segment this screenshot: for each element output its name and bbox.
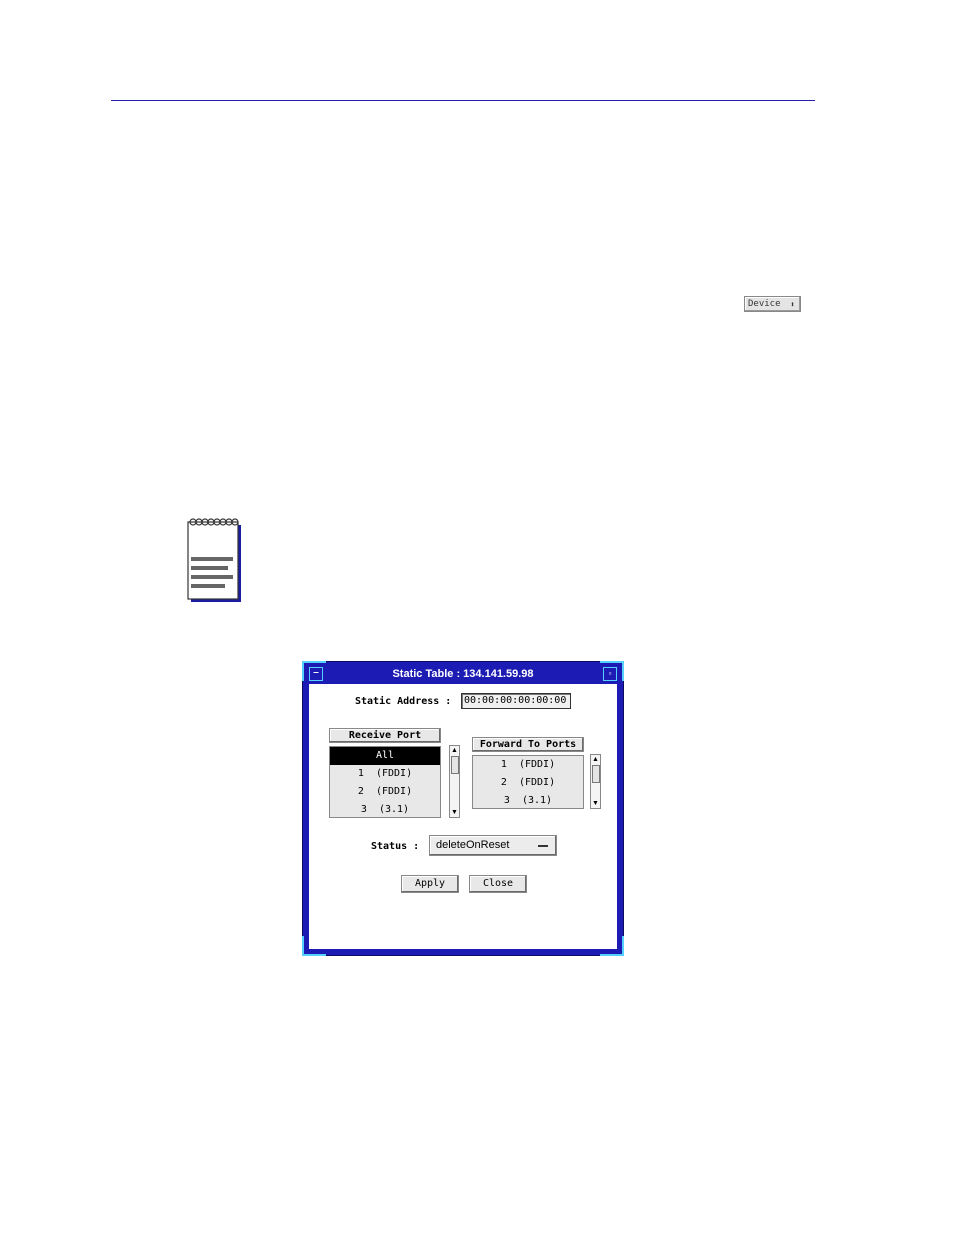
close-button[interactable]: Close bbox=[469, 875, 527, 893]
scroll-down-arrow-icon[interactable]: ▼ bbox=[450, 808, 459, 817]
dialog-body: Static Address : 00:00:00:00:00:00 Recei… bbox=[309, 684, 617, 949]
apply-button[interactable]: Apply bbox=[401, 875, 459, 893]
status-select[interactable]: deleteOnReset bbox=[429, 835, 557, 856]
status-label: Status : bbox=[371, 841, 420, 852]
forward-ports-header: Forward To Ports bbox=[472, 737, 584, 752]
receive-port-scrollbar[interactable]: ▲ ▼ bbox=[449, 745, 460, 818]
receive-port-list[interactable]: All 1 (FDDI) 2 (FDDI) 3 (3.1) bbox=[329, 746, 441, 818]
forward-port-item[interactable]: 2 (FDDI) bbox=[473, 774, 583, 792]
static-address-label: Static Address : bbox=[355, 696, 452, 707]
device-menu-button[interactable]: Device ⬍ bbox=[744, 296, 801, 312]
static-address-input[interactable]: 00:00:00:00:00:00 bbox=[461, 693, 571, 709]
scroll-down-arrow-icon[interactable]: ▼ bbox=[591, 799, 600, 808]
forward-port-item[interactable]: 1 (FDDI) bbox=[473, 756, 583, 774]
scroll-thumb[interactable] bbox=[451, 756, 459, 774]
receive-port-header: Receive Port bbox=[329, 728, 441, 743]
receive-port-item-all[interactable]: All bbox=[330, 747, 440, 765]
minimize-icon[interactable]: ▫ bbox=[603, 667, 617, 681]
header-rule bbox=[111, 100, 815, 101]
static-table-window: – Static Table : 134.141.59.98 ▫ Static … bbox=[302, 661, 624, 956]
up-down-arrow-icon: ⬍ bbox=[790, 299, 795, 309]
forward-ports-list[interactable]: 1 (FDDI) 2 (FDDI) 3 (3.1) bbox=[472, 755, 584, 809]
window-title: Static Table : 134.141.59.98 bbox=[392, 668, 534, 680]
window-menu-icon[interactable]: – bbox=[309, 667, 323, 681]
receive-port-item[interactable]: 2 (FDDI) bbox=[330, 783, 440, 801]
forward-ports-scrollbar[interactable]: ▲ ▼ bbox=[590, 754, 601, 809]
scroll-thumb[interactable] bbox=[592, 765, 600, 783]
option-menu-icon bbox=[538, 845, 548, 847]
receive-port-item[interactable]: 3 (3.1) bbox=[330, 801, 440, 817]
forward-port-item[interactable]: 3 (3.1) bbox=[473, 792, 583, 808]
receive-port-item[interactable]: 1 (FDDI) bbox=[330, 765, 440, 783]
status-value: deleteOnReset bbox=[436, 839, 510, 851]
notepad-icon bbox=[187, 518, 241, 602]
scroll-up-arrow-icon[interactable]: ▲ bbox=[591, 755, 600, 764]
scroll-up-arrow-icon[interactable]: ▲ bbox=[450, 746, 459, 755]
window-title-bar[interactable]: – Static Table : 134.141.59.98 ▫ bbox=[309, 666, 617, 682]
device-button-label: Device bbox=[748, 299, 781, 309]
